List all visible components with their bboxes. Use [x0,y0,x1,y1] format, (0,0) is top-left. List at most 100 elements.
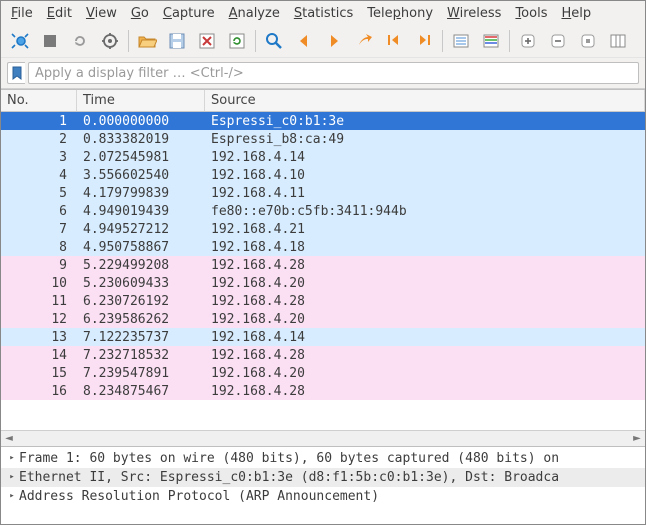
go-next-button[interactable] [320,27,348,55]
details-row[interactable]: ▸Ethernet II, Src: Espressi_c0:b1:3e (d8… [1,468,645,487]
cell-no: 3 [1,149,77,166]
cell-no: 12 [1,311,77,328]
packet-row[interactable]: 54.179799839192.168.4.11 [1,184,645,202]
zoom-in-button[interactable] [514,27,542,55]
menu-statistics[interactable]: Statistics [288,4,359,23]
details-text: Frame 1: 60 bytes on wire (480 bits), 60… [19,449,559,468]
toolbar-separator [509,30,510,52]
packet-row[interactable]: 126.239586262192.168.4.20 [1,310,645,328]
main-toolbar [1,25,645,57]
close-file-button[interactable] [193,27,221,55]
packet-row[interactable]: 43.556602540192.168.4.10 [1,166,645,184]
menu-go[interactable]: Go [125,4,155,23]
cell-time: 4.949527212 [77,221,205,238]
menu-help[interactable]: Help [555,4,597,23]
cell-source: fe80::e70b:c5fb:3411:944b [205,203,645,220]
filter-bookmark-button[interactable] [7,62,25,84]
packet-list-hscrollbar[interactable]: ◄ ► [1,430,645,446]
restart-capture-button[interactable] [66,27,94,55]
cell-source: 192.168.4.20 [205,365,645,382]
cell-time: 5.230609433 [77,275,205,292]
packet-row[interactable]: 147.232718532192.168.4.28 [1,346,645,364]
packet-row[interactable]: 168.234875467192.168.4.28 [1,382,645,400]
cell-source: 192.168.4.20 [205,275,645,292]
column-header-no[interactable]: No. [1,90,77,111]
toolbar-separator [442,30,443,52]
menu-tools[interactable]: Tools [509,4,553,23]
packet-row[interactable]: 116.230726192192.168.4.28 [1,292,645,310]
resize-columns-button[interactable] [604,27,632,55]
capture-options-button[interactable] [96,27,124,55]
packet-row[interactable]: 10.000000000Espressi_c0:b1:3e [1,112,645,130]
cell-source: 192.168.4.28 [205,257,645,274]
cell-source: 192.168.4.18 [205,239,645,256]
packet-row[interactable]: 64.949019439fe80::e70b:c5fb:3411:944b [1,202,645,220]
scroll-right-icon[interactable]: ► [629,431,645,447]
packet-row[interactable]: 84.950758867192.168.4.18 [1,238,645,256]
cell-source: 192.168.4.11 [205,185,645,202]
packet-row[interactable]: 157.239547891192.168.4.20 [1,364,645,382]
menu-edit[interactable]: Edit [41,4,78,23]
details-row[interactable]: ▸Frame 1: 60 bytes on wire (480 bits), 6… [1,449,645,468]
details-row[interactable]: ▸Address Resolution Protocol (ARP Announ… [1,487,645,506]
cell-no: 10 [1,275,77,292]
go-previous-button[interactable] [290,27,318,55]
cell-no: 15 [1,365,77,382]
cell-time: 7.239547891 [77,365,205,382]
stop-capture-button[interactable] [36,27,64,55]
cell-no: 7 [1,221,77,238]
go-to-packet-button[interactable] [350,27,378,55]
display-filter-input[interactable] [28,62,639,84]
find-packet-button[interactable] [260,27,288,55]
packet-row[interactable]: 74.949527212192.168.4.21 [1,220,645,238]
cell-no: 16 [1,383,77,400]
expand-icon[interactable]: ▸ [7,449,17,468]
cell-source: 192.168.4.28 [205,383,645,400]
menubar: FileEditViewGoCaptureAnalyzeStatisticsTe… [1,1,645,25]
menu-capture[interactable]: Capture [157,4,221,23]
cell-time: 4.179799839 [77,185,205,202]
packet-row[interactable]: 105.230609433192.168.4.20 [1,274,645,292]
start-capture-button[interactable] [6,27,34,55]
packet-row[interactable]: 95.229499208192.168.4.28 [1,256,645,274]
auto-scroll-button[interactable] [447,27,475,55]
cell-time: 3.556602540 [77,167,205,184]
packet-row[interactable]: 137.122235737192.168.4.14 [1,328,645,346]
menu-view[interactable]: View [80,4,123,23]
cell-time: 0.000000000 [77,113,205,130]
cell-time: 8.234875467 [77,383,205,400]
cell-source: 192.168.4.14 [205,149,645,166]
menu-analyze[interactable]: Analyze [223,4,286,23]
go-last-button[interactable] [410,27,438,55]
cell-no: 5 [1,185,77,202]
expand-icon[interactable]: ▸ [7,468,17,487]
menu-telephony[interactable]: Telephony [361,4,439,23]
packet-row[interactable]: 32.072545981192.168.4.14 [1,148,645,166]
cell-source: 192.168.4.28 [205,347,645,364]
expand-icon[interactable]: ▸ [7,487,17,506]
menu-file[interactable]: File [5,4,39,23]
packet-row[interactable]: 20.833382019Espressi_b8:ca:49 [1,130,645,148]
packet-list-header: No. Time Source [1,90,645,112]
packet-details-pane[interactable]: ▸Frame 1: 60 bytes on wire (480 bits), 6… [1,446,645,524]
menu-wireless[interactable]: Wireless [441,4,507,23]
scroll-left-icon[interactable]: ◄ [1,431,17,447]
cell-time: 6.230726192 [77,293,205,310]
packet-list-body[interactable]: 10.000000000Espressi_c0:b1:3e20.83338201… [1,112,645,400]
cell-no: 9 [1,257,77,274]
reload-file-button[interactable] [223,27,251,55]
details-text: Ethernet II, Src: Espressi_c0:b1:3e (d8:… [19,468,559,487]
save-file-button[interactable] [163,27,191,55]
colorize-packets-button[interactable] [477,27,505,55]
cell-time: 7.232718532 [77,347,205,364]
column-header-time[interactable]: Time [77,90,205,111]
cell-no: 8 [1,239,77,256]
go-first-button[interactable] [380,27,408,55]
details-text: Address Resolution Protocol (ARP Announc… [19,487,379,506]
cell-source: 192.168.4.10 [205,167,645,184]
column-header-source[interactable]: Source [205,90,645,111]
zoom-out-button[interactable] [544,27,572,55]
zoom-reset-button[interactable] [574,27,602,55]
open-file-button[interactable] [133,27,161,55]
cell-no: 1 [1,113,77,130]
